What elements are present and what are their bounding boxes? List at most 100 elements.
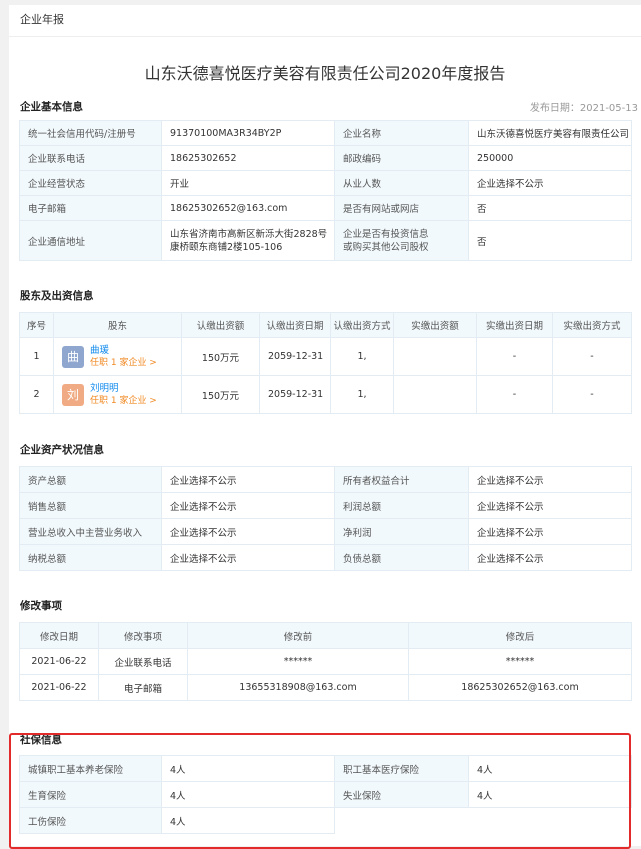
cell: 1, — [330, 375, 394, 414]
cell: 净利润 — [334, 518, 469, 545]
cell: 2021-06-22 — [19, 648, 99, 675]
cell: 电子邮箱 — [19, 195, 162, 221]
column-header: 序号 — [19, 312, 54, 338]
shareholder-cell: 刘 刘明明 任职 1 家企业 > — [53, 375, 182, 414]
address-label: 企业通信地址 — [19, 220, 162, 261]
social-insurance-highlight — [9, 733, 631, 849]
changes-header: 修改事项 — [9, 597, 641, 613]
cell — [393, 375, 477, 414]
column-header: 实缴出资额 — [393, 312, 477, 338]
cell: 企业经营状态 — [19, 170, 162, 196]
shareholders-header: 股东及出资信息 — [9, 287, 641, 303]
cell: 企业选择不公示 — [161, 518, 335, 545]
cell: 企业选择不公示 — [468, 544, 632, 571]
table-row: 2021-06-22 电子邮箱 13655318908@163.com 1862… — [19, 674, 632, 701]
cell: 所有者权益合计 — [334, 466, 469, 493]
table-header-row: 修改日期 修改事项 修改前 修改后 — [19, 622, 632, 649]
annual-report-page: 企业年报 山东沃德喜悦医疗美容有限责任公司2020年度报告 企业基本信息 发布日… — [9, 5, 641, 849]
table-row: 营业总收入中主营业务收入 企业选择不公示 净利润 企业选择不公示 — [19, 518, 632, 545]
column-header: 修改日期 — [19, 622, 99, 649]
cell: 负债总额 — [334, 544, 469, 571]
column-header: 实缴出资方式 — [552, 312, 632, 338]
cell: 150万元 — [181, 337, 260, 376]
cell: 2059-12-31 — [259, 337, 331, 376]
shareholders-table: 序号 股东 认缴出资额 认缴出资日期 认缴出资方式 实缴出资额 实缴出资日期 实… — [19, 312, 632, 414]
cell: 150万元 — [181, 375, 260, 414]
cell: 18625302652 — [161, 145, 335, 171]
breadcrumb: 企业年报 — [9, 5, 641, 37]
cell: 企业名称 — [334, 120, 469, 146]
column-header: 股东 — [53, 312, 182, 338]
invest-label-line: 企业是否有投资信息 — [343, 228, 429, 240]
table-row: 企业联系电话 18625302652 邮政编码 250000 — [19, 145, 632, 171]
table-row: 纳税总额 企业选择不公示 负债总额 企业选择不公示 — [19, 544, 632, 571]
cell: 企业选择不公示 — [161, 492, 335, 519]
basic-info-table: 统一社会信用代码/注册号 91370100MA3R34BY2P 企业名称 山东沃… — [19, 120, 632, 261]
shareholder-link[interactable]: 刘明明 — [90, 382, 157, 395]
cell: - — [476, 375, 553, 414]
cell: 邮政编码 — [334, 145, 469, 171]
column-header: 实缴出资日期 — [476, 312, 553, 338]
section-title-basic: 企业基本信息 — [20, 101, 83, 113]
cell: 开业 — [161, 170, 335, 196]
column-header: 修改事项 — [98, 622, 188, 649]
cell: 企业联系电话 — [98, 648, 188, 675]
address-line: 康桥颐东商铺2楼105-106 — [170, 241, 283, 253]
invest-label-line: 或购买其他公司股权 — [343, 241, 429, 253]
invest-value: 否 — [468, 220, 632, 261]
cell: 企业选择不公示 — [468, 518, 632, 545]
cell: 销售总额 — [19, 492, 162, 519]
avatar: 刘 — [62, 383, 84, 406]
invest-label: 企业是否有投资信息 或购买其他公司股权 — [334, 220, 469, 261]
table-header-row: 序号 股东 认缴出资额 认缴出资日期 认缴出资方式 实缴出资额 实缴出资日期 实… — [19, 312, 632, 338]
cell: - — [552, 337, 632, 376]
cell: 18625302652@163.com — [161, 195, 335, 221]
cell: 营业总收入中主营业务收入 — [19, 518, 162, 545]
cell — [393, 337, 477, 376]
assets-table: 资产总额 企业选择不公示 所有者权益合计 企业选择不公示 销售总额 企业选择不公… — [19, 466, 632, 571]
cell: 企业联系电话 — [19, 145, 162, 171]
cell: 企业选择不公示 — [161, 466, 335, 493]
cell: 1, — [330, 337, 394, 376]
table-row: 企业经营状态 开业 从业人数 企业选择不公示 — [19, 170, 632, 196]
cell: 是否有网站或网店 — [334, 195, 469, 221]
cell: 资产总额 — [19, 466, 162, 493]
column-header: 认缴出资日期 — [259, 312, 331, 338]
cell: 从业人数 — [334, 170, 469, 196]
cell: 91370100MA3R34BY2P — [161, 120, 335, 146]
shareholder-positions-link[interactable]: 任职 1 家企业 > — [90, 395, 157, 408]
cell: 250000 — [468, 145, 632, 171]
address-value: 山东省济南市高新区新泺大街2828号 康桥颐东商铺2楼105-106 — [161, 220, 335, 261]
cell: 统一社会信用代码/注册号 — [19, 120, 162, 146]
cell: 利润总额 — [334, 492, 469, 519]
cell: - — [552, 375, 632, 414]
cell: 企业选择不公示 — [468, 466, 632, 493]
assets-header: 企业资产状况信息 — [9, 441, 641, 457]
cell: 电子邮箱 — [98, 674, 188, 701]
basic-info-header: 企业基本信息 发布日期：2021-05-13 — [9, 98, 641, 114]
shareholder-positions-link[interactable]: 任职 1 家企业 > — [90, 357, 157, 370]
column-header: 修改后 — [408, 622, 632, 649]
cell: 企业选择不公示 — [468, 492, 632, 519]
table-row: 统一社会信用代码/注册号 91370100MA3R34BY2P 企业名称 山东沃… — [19, 120, 632, 146]
section-title-assets: 企业资产状况信息 — [20, 444, 104, 456]
cell: 18625302652@163.com — [408, 674, 632, 701]
cell: 2059-12-31 — [259, 375, 331, 414]
row-number: 2 — [19, 375, 54, 414]
cell: 纳税总额 — [19, 544, 162, 571]
cell: 2021-06-22 — [19, 674, 99, 701]
changes-table: 修改日期 修改事项 修改前 修改后 2021-06-22 企业联系电话 ****… — [19, 622, 632, 701]
publish-date: 发布日期：2021-05-13 — [529, 103, 638, 114]
column-header: 认缴出资额 — [181, 312, 260, 338]
column-header: 认缴出资方式 — [330, 312, 394, 338]
address-line: 山东省济南市高新区新泺大街2828号 — [170, 228, 328, 240]
shareholder-cell: 曲 曲瑗 任职 1 家企业 > — [53, 337, 182, 376]
cell: 13655318908@163.com — [187, 674, 409, 701]
section-title-changes: 修改事项 — [20, 600, 62, 612]
table-row: 1 曲 曲瑗 任职 1 家企业 > 150万元 2059-12-31 1, - … — [19, 337, 632, 376]
shareholder-link[interactable]: 曲瑗 — [90, 344, 157, 357]
table-row: 2 刘 刘明明 任职 1 家企业 > 150万元 2059-12-31 1, -… — [19, 375, 632, 414]
table-row: 2021-06-22 企业联系电话 ****** ****** — [19, 648, 632, 675]
cell: - — [476, 337, 553, 376]
cell: ****** — [187, 648, 409, 675]
